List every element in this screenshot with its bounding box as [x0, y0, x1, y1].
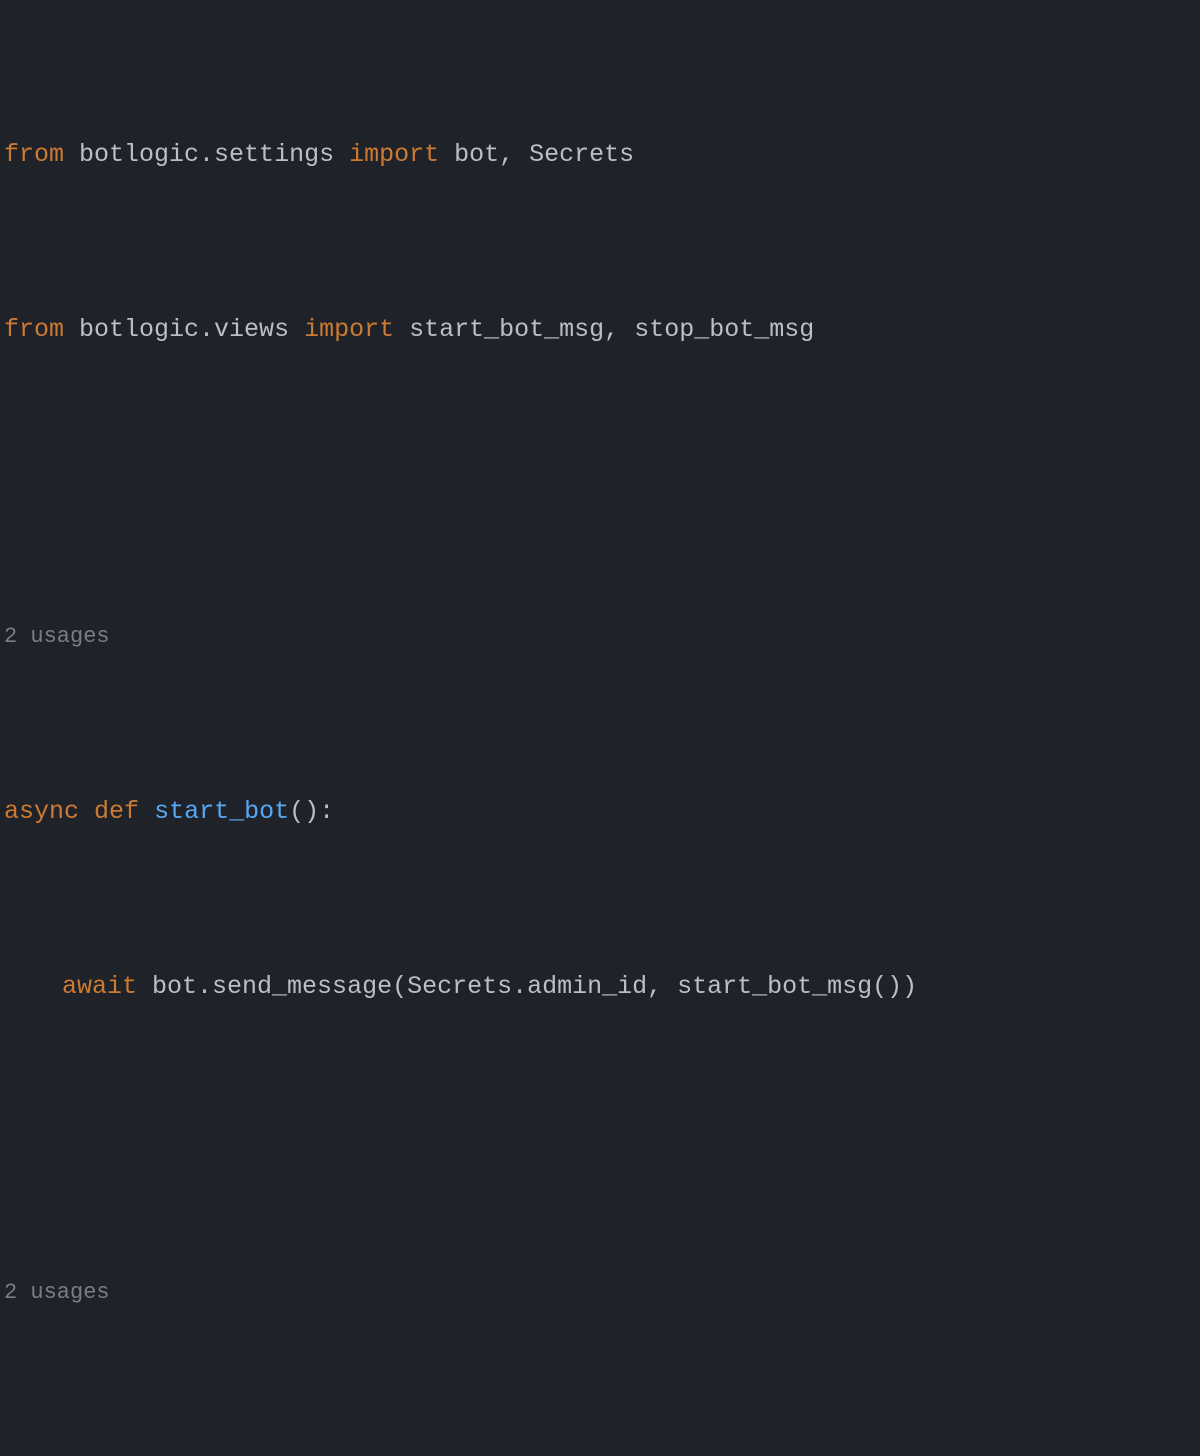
imported-name: start_bot_msg — [409, 315, 604, 344]
keyword-async: async — [4, 1453, 79, 1456]
usage-hint[interactable]: 2 usages — [0, 615, 1200, 659]
code-line-await-1[interactable]: await bot.send_message(Secrets.admin_id,… — [0, 965, 1200, 1009]
call-expression: bot.send_message(Secrets.admin_id, start… — [152, 972, 917, 1001]
parens-colon: (): — [274, 1453, 319, 1456]
comma: , — [604, 315, 619, 344]
module-path: botlogic.views — [79, 315, 289, 344]
imported-name: Secrets — [529, 140, 634, 169]
keyword-from: from — [4, 315, 64, 344]
function-name: start_bot — [154, 797, 289, 826]
keyword-from: from — [4, 140, 64, 169]
imported-name: stop_bot_msg — [634, 315, 814, 344]
parens-colon: (): — [289, 797, 334, 826]
keyword-import: import — [349, 140, 439, 169]
code-line-1[interactable]: from botlogic.settings import bot, Secre… — [0, 133, 1200, 177]
keyword-async: async — [4, 797, 79, 826]
keyword-def: def — [94, 1453, 139, 1456]
keyword-import: import — [304, 315, 394, 344]
module-path: botlogic.settings — [79, 140, 334, 169]
code-line-def-stop-bot[interactable]: async def stop_bot(): — [0, 1446, 1200, 1456]
code-line-def-start-bot[interactable]: async def start_bot(): — [0, 790, 1200, 834]
imported-name: bot — [454, 140, 499, 169]
function-name: stop_bot — [154, 1453, 274, 1456]
comma: , — [499, 140, 514, 169]
keyword-await: await — [62, 972, 137, 1001]
keyword-def: def — [94, 797, 139, 826]
code-editor[interactable]: from botlogic.settings import bot, Secre… — [0, 2, 1200, 1456]
usage-hint[interactable]: 2 usages — [0, 1271, 1200, 1315]
code-line-2[interactable]: from botlogic.views import start_bot_msg… — [0, 308, 1200, 352]
